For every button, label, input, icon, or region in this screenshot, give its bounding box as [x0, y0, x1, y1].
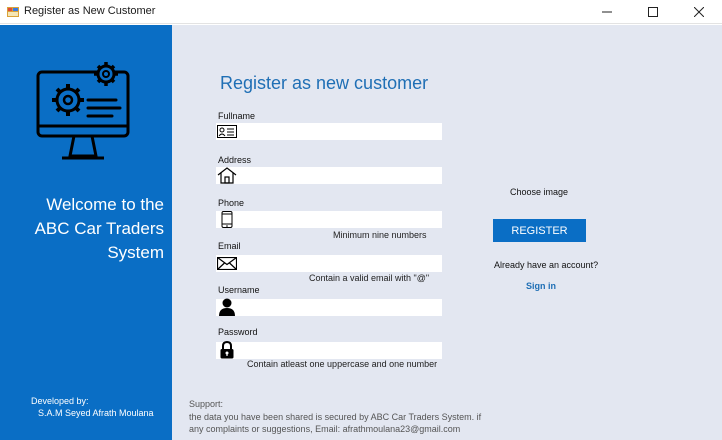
welcome-heading: Welcome to the ABC Car Traders System — [34, 195, 164, 262]
fullname-label: Fullname — [218, 111, 256, 121]
lock-icon — [217, 340, 237, 358]
maximize-icon — [648, 7, 658, 17]
window-title: Register as New Customer — [24, 5, 156, 17]
maximize-button[interactable] — [630, 0, 676, 24]
fullname-input[interactable] — [216, 123, 442, 140]
password-input[interactable] — [216, 342, 442, 359]
form-title: Register as new customer — [220, 73, 429, 93]
email-input[interactable] — [216, 255, 442, 272]
phone-hint: Minimum nine numbers — [333, 230, 427, 240]
register-button[interactable]: REGISTER — [493, 219, 586, 242]
phone-input[interactable] — [216, 211, 442, 228]
welcome-panel: Welcome to the ABC Car Traders System De… — [0, 25, 172, 440]
support-text: the data you have been shared is secured… — [189, 412, 482, 434]
username-label: Username — [218, 285, 260, 295]
envelope-icon — [217, 255, 237, 272]
username-input[interactable] — [216, 299, 442, 316]
email-hint: Contain a valid email with "@" — [309, 273, 430, 283]
choose-image-label[interactable]: Choose image — [510, 187, 568, 197]
mobile-phone-icon — [217, 211, 237, 228]
computer-gears-icon — [36, 62, 130, 160]
password-label: Password — [218, 327, 258, 337]
app-icon — [7, 5, 19, 17]
title-bar: Register as New Customer — [0, 0, 722, 24]
email-label: Email — [218, 241, 241, 251]
close-button[interactable] — [676, 0, 722, 24]
address-input[interactable] — [216, 167, 442, 184]
user-icon — [217, 298, 237, 316]
address-label: Address — [218, 155, 252, 165]
close-icon — [694, 7, 704, 17]
support-label: Support: — [189, 399, 224, 409]
developer-name: S.A.M Seyed Afrath Moulana — [38, 408, 154, 418]
minimize-button[interactable] — [584, 0, 630, 24]
password-hint: Contain atleast one uppercase and one nu… — [247, 359, 438, 369]
id-card-icon — [217, 123, 237, 140]
already-have-account-text: Already have an account? — [494, 260, 599, 270]
home-icon — [217, 167, 237, 184]
sign-in-link[interactable]: Sign in — [526, 281, 556, 291]
registration-form: Register as new customer Fullname Addres… — [172, 25, 722, 440]
developed-by-label: Developed by: — [31, 396, 89, 406]
phone-label: Phone — [218, 198, 245, 208]
minimize-icon — [602, 11, 612, 13]
